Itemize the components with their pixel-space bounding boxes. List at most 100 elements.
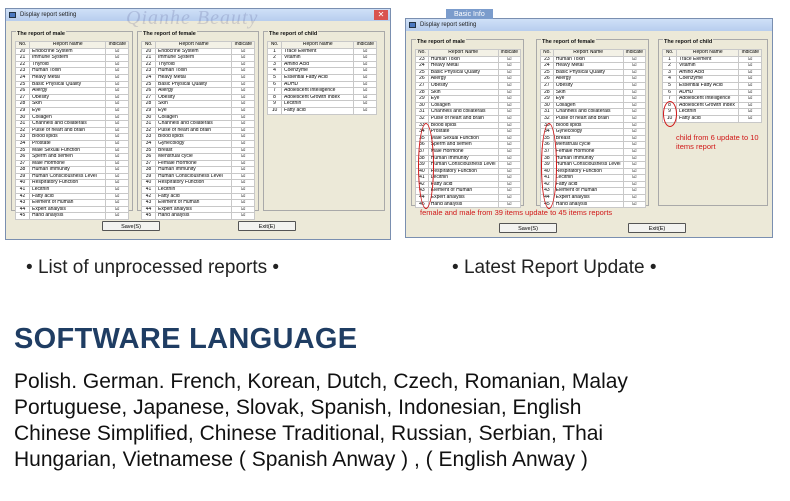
- indicate-checkbox[interactable]: ☑: [353, 100, 377, 108]
- indicate-checkbox[interactable]: ☑: [105, 73, 129, 82]
- indicate-checkbox[interactable]: ☑: [497, 141, 522, 149]
- save-button[interactable]: Save(S): [499, 223, 557, 233]
- indicate-checkbox[interactable]: ☑: [622, 75, 647, 83]
- indicate-checkbox[interactable]: ☑: [231, 120, 255, 128]
- indicate-checkbox[interactable]: ☑: [622, 108, 647, 116]
- indicate-checkbox[interactable]: ☑: [622, 187, 647, 196]
- indicate-checkbox[interactable]: ☑: [622, 95, 647, 103]
- indicate-checkbox[interactable]: ☑: [622, 55, 647, 64]
- indicate-checkbox[interactable]: ☑: [497, 114, 522, 123]
- indicate-checkbox[interactable]: ☑: [105, 126, 129, 135]
- indicate-checkbox[interactable]: ☑: [622, 68, 647, 77]
- indicate-checkbox[interactable]: ☑: [353, 47, 377, 56]
- indicate-checkbox[interactable]: ☑: [231, 133, 255, 141]
- indicate-checkbox[interactable]: ☑: [105, 47, 129, 56]
- indicate-checkbox[interactable]: ☑: [231, 153, 255, 161]
- indicate-checkbox[interactable]: ☑: [622, 128, 647, 136]
- indicate-checkbox[interactable]: ☑: [353, 106, 377, 115]
- indicate-checkbox[interactable]: ☑: [353, 67, 377, 75]
- indicate-checkbox[interactable]: ☑: [497, 62, 522, 70]
- indicate-checkbox[interactable]: ☑: [105, 166, 129, 174]
- indicate-checkbox[interactable]: ☑: [231, 60, 255, 69]
- indicate-checkbox[interactable]: ☑: [105, 133, 129, 141]
- indicate-checkbox[interactable]: ☑: [231, 179, 255, 188]
- indicate-checkbox[interactable]: ☑: [622, 141, 647, 149]
- indicate-checkbox[interactable]: ☑: [622, 154, 647, 163]
- indicate-checkbox[interactable]: ☑: [231, 73, 255, 82]
- save-button[interactable]: Save(S): [102, 221, 160, 231]
- indicate-checkbox[interactable]: ☑: [231, 67, 255, 75]
- indicate-checkbox[interactable]: ☑: [497, 187, 522, 196]
- indicate-checkbox[interactable]: ☑: [622, 161, 647, 169]
- indicate-checkbox[interactable]: ☑: [231, 205, 255, 214]
- indicate-checkbox[interactable]: ☑: [497, 81, 522, 90]
- indicate-checkbox[interactable]: ☑: [105, 54, 129, 62]
- indicate-checkbox[interactable]: ☑: [497, 174, 522, 182]
- indicate-checkbox[interactable]: ☑: [497, 108, 522, 116]
- indicate-checkbox[interactable]: ☑: [353, 80, 377, 89]
- indicate-checkbox[interactable]: ☑: [353, 87, 377, 95]
- indicate-checkbox[interactable]: ☑: [105, 172, 129, 181]
- indicate-checkbox[interactable]: ☑: [497, 128, 522, 136]
- indicate-checkbox[interactable]: ☑: [738, 62, 762, 70]
- indicate-checkbox[interactable]: ☑: [497, 200, 522, 209]
- indicate-checkbox[interactable]: ☑: [497, 88, 522, 97]
- indicate-checkbox[interactable]: ☑: [105, 60, 129, 69]
- indicate-checkbox[interactable]: ☑: [231, 80, 255, 89]
- indicate-checkbox[interactable]: ☑: [497, 75, 522, 83]
- indicate-checkbox[interactable]: ☑: [231, 54, 255, 62]
- indicate-checkbox[interactable]: ☑: [622, 101, 647, 110]
- indicate-checkbox[interactable]: ☑: [497, 167, 522, 176]
- exit-button[interactable]: Exit(E): [628, 223, 686, 233]
- indicate-checkbox[interactable]: ☑: [738, 108, 762, 116]
- indicate-checkbox[interactable]: ☑: [231, 113, 255, 122]
- indicate-checkbox[interactable]: ☑: [497, 161, 522, 169]
- indicate-checkbox[interactable]: ☑: [497, 121, 522, 130]
- indicate-checkbox[interactable]: ☑: [497, 101, 522, 110]
- indicate-checkbox[interactable]: ☑: [105, 80, 129, 89]
- indicate-checkbox[interactable]: ☑: [738, 55, 762, 64]
- indicate-checkbox[interactable]: ☑: [353, 73, 377, 82]
- indicate-checkbox[interactable]: ☑: [622, 194, 647, 202]
- indicate-checkbox[interactable]: ☑: [105, 186, 129, 194]
- indicate-checkbox[interactable]: ☑: [231, 192, 255, 201]
- indicate-checkbox[interactable]: ☑: [105, 192, 129, 201]
- indicate-checkbox[interactable]: ☑: [497, 194, 522, 202]
- indicate-checkbox[interactable]: ☑: [622, 167, 647, 176]
- indicate-checkbox[interactable]: ☑: [738, 114, 762, 123]
- indicate-checkbox[interactable]: ☑: [231, 139, 255, 148]
- indicate-checkbox[interactable]: ☑: [738, 75, 762, 83]
- indicate-checkbox[interactable]: ☑: [353, 54, 377, 62]
- indicate-checkbox[interactable]: ☑: [231, 87, 255, 95]
- indicate-checkbox[interactable]: ☑: [353, 60, 377, 69]
- indicate-checkbox[interactable]: ☑: [622, 62, 647, 70]
- indicate-checkbox[interactable]: ☑: [105, 199, 129, 207]
- indicate-checkbox[interactable]: ☑: [231, 106, 255, 115]
- indicate-checkbox[interactable]: ☑: [231, 100, 255, 108]
- indicate-checkbox[interactable]: ☑: [622, 114, 647, 123]
- indicate-checkbox[interactable]: ☑: [622, 121, 647, 130]
- indicate-checkbox[interactable]: ☑: [105, 179, 129, 188]
- indicate-checkbox[interactable]: ☑: [622, 134, 647, 143]
- indicate-checkbox[interactable]: ☑: [231, 199, 255, 207]
- indicate-checkbox[interactable]: ☑: [231, 212, 255, 221]
- exit-button[interactable]: Exit(E): [238, 221, 296, 231]
- indicate-checkbox[interactable]: ☑: [105, 212, 129, 221]
- indicate-checkbox[interactable]: ☑: [231, 93, 255, 102]
- indicate-checkbox[interactable]: ☑: [105, 87, 129, 95]
- indicate-checkbox[interactable]: ☑: [738, 68, 762, 77]
- indicate-checkbox[interactable]: ☑: [622, 81, 647, 90]
- indicate-checkbox[interactable]: ☑: [622, 147, 647, 156]
- indicate-checkbox[interactable]: ☑: [105, 153, 129, 161]
- indicate-checkbox[interactable]: ☑: [105, 93, 129, 102]
- indicate-checkbox[interactable]: ☑: [622, 180, 647, 189]
- indicate-checkbox[interactable]: ☑: [738, 81, 762, 90]
- indicate-checkbox[interactable]: ☑: [231, 186, 255, 194]
- indicate-checkbox[interactable]: ☑: [231, 166, 255, 174]
- indicate-checkbox[interactable]: ☑: [497, 147, 522, 156]
- indicate-checkbox[interactable]: ☑: [497, 95, 522, 103]
- indicate-checkbox[interactable]: ☑: [231, 47, 255, 56]
- indicate-checkbox[interactable]: ☑: [105, 146, 129, 155]
- indicate-checkbox[interactable]: ☑: [105, 159, 129, 168]
- indicate-checkbox[interactable]: ☑: [738, 95, 762, 103]
